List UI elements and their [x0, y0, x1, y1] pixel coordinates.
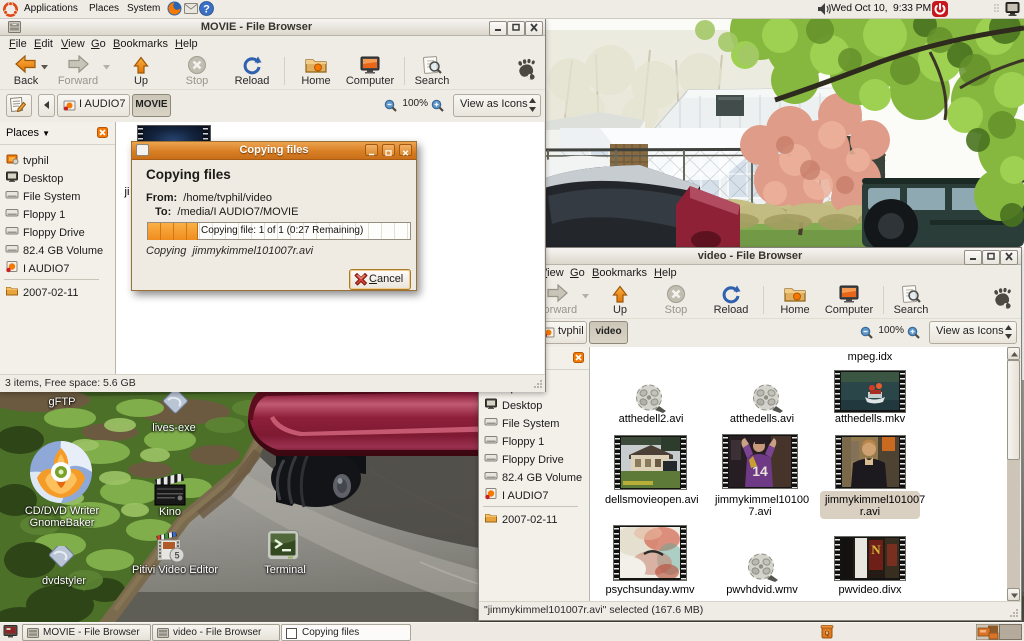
svg-text:14: 14 — [752, 463, 768, 479]
svg-text:5: 5 — [174, 551, 179, 561]
svg-text:Q: Q — [824, 630, 829, 637]
svg-text:?: ? — [203, 4, 210, 16]
svg-text:N: N — [871, 542, 881, 557]
